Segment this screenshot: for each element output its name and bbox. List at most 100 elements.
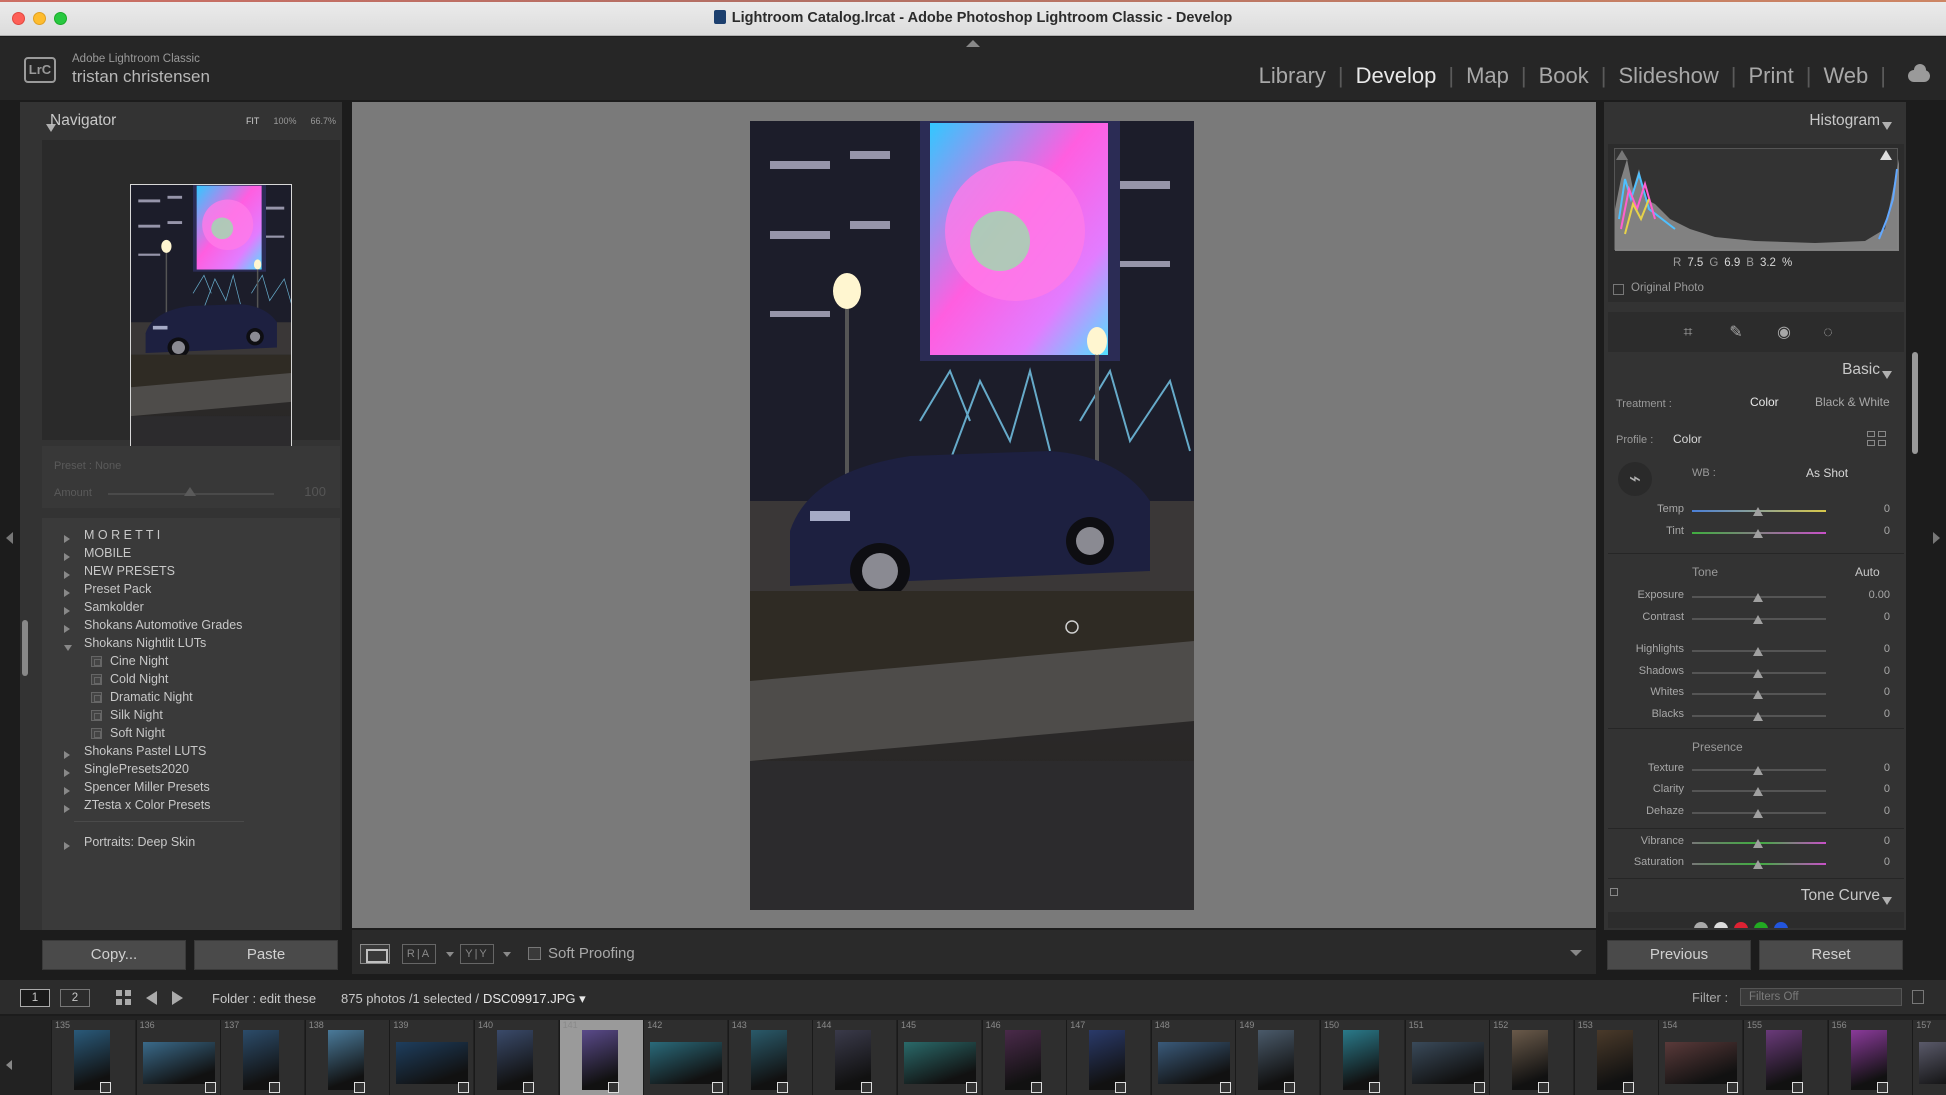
green-channel-icon[interactable]	[1754, 922, 1768, 928]
filmstrip-thumbnail[interactable]: 141	[558, 1020, 643, 1095]
expand-right-icon[interactable]	[64, 802, 70, 816]
reset-button[interactable]: Reset	[1759, 940, 1903, 970]
basic-title[interactable]: Basic	[1842, 361, 1880, 379]
saturation-value[interactable]: 0	[1850, 856, 1890, 868]
module-slideshow[interactable]: Slideshow	[1606, 63, 1730, 89]
wb-select[interactable]: As Shot	[1806, 466, 1848, 480]
before-after-tb-button[interactable]: Y|Y	[460, 944, 494, 964]
module-print[interactable]: Print	[1736, 63, 1805, 89]
vibrance-value[interactable]: 0	[1850, 835, 1890, 847]
preset-group[interactable]: MOBILE	[42, 544, 332, 564]
preset-group[interactable]: Preset Pack	[42, 580, 332, 600]
whites-value[interactable]: 0	[1850, 686, 1890, 698]
crop-icon[interactable]: ⌗	[1679, 324, 1697, 342]
folder-source-label[interactable]: Folder : edit these	[212, 991, 316, 1006]
filmstrip-thumbnail[interactable]: 142	[643, 1020, 728, 1095]
filmstrip-thumbnail[interactable]: 140	[474, 1020, 558, 1095]
profile-select[interactable]: Color	[1673, 432, 1702, 446]
tint-value[interactable]: 0	[1850, 525, 1890, 537]
filmstrip-thumbnail[interactable]: 136	[135, 1020, 220, 1095]
amount-slider-thumb[interactable]	[184, 487, 196, 496]
module-develop[interactable]: Develop	[1344, 63, 1449, 89]
preset-group[interactable]: Samkolder	[42, 598, 332, 618]
auto-tone-button[interactable]: Auto	[1855, 565, 1880, 579]
histogram-collapse-icon[interactable]	[1882, 117, 1892, 135]
tint-slider-thumb[interactable]	[1753, 529, 1763, 538]
collapse-left-panel-icon[interactable]	[6, 532, 13, 544]
left-panel-scrollbar[interactable]	[22, 620, 28, 676]
window-2-button[interactable]: 2	[60, 989, 90, 1007]
preset-item[interactable]: Silk Night	[42, 706, 332, 726]
before-after-lr-button[interactable]: R|A	[402, 944, 436, 964]
contrast-value[interactable]: 0	[1850, 611, 1890, 623]
filmstrip-thumbnail[interactable]: 156	[1827, 1020, 1912, 1095]
previous-button[interactable]: Previous	[1607, 940, 1751, 970]
navigator-title[interactable]: Navigator	[50, 112, 116, 130]
cloud-sync-icon[interactable]	[1908, 64, 1930, 82]
module-web[interactable]: Web	[1811, 63, 1880, 89]
copy-button[interactable]: Copy...	[42, 940, 186, 970]
filmstrip-thumbnail[interactable]: 155	[1743, 1020, 1827, 1095]
shadow-clipping-icon[interactable]	[1616, 150, 1628, 160]
filmstrip-scroll-left-icon[interactable]	[6, 1060, 12, 1070]
point-curve-icon[interactable]	[1714, 922, 1728, 928]
preset-item[interactable]: Dramatic Night	[42, 688, 332, 708]
filmstrip-thumbnail[interactable]: 138	[304, 1020, 389, 1095]
filter-select[interactable]: Filters Off	[1740, 988, 1902, 1006]
treatment-bw-option[interactable]: Black & White	[1815, 395, 1890, 409]
preset-group[interactable]: ZTesta x Color Presets	[42, 796, 332, 816]
filmstrip-thumbnail[interactable]: 157	[1912, 1020, 1946, 1095]
loupe-view-button[interactable]	[360, 944, 390, 964]
filmstrip-thumbnail[interactable]: 154	[1658, 1020, 1743, 1095]
preset-item[interactable]: Cold Night	[42, 670, 332, 690]
original-photo-checkbox[interactable]	[1613, 284, 1624, 295]
zoom-100[interactable]: 100%	[273, 116, 296, 126]
filter-lock-icon[interactable]	[1912, 990, 1924, 1004]
saturation-slider-thumb[interactable]	[1753, 860, 1763, 869]
preset-group[interactable]: Shokans Pastel LUTS	[42, 742, 332, 762]
texture-value[interactable]: 0	[1850, 762, 1890, 774]
blacks-value[interactable]: 0	[1850, 708, 1890, 720]
highlights-slider-thumb[interactable]	[1753, 647, 1763, 656]
tone-curve-collapse-icon[interactable]	[1882, 892, 1892, 910]
preset-group[interactable]: Shokans Nightlit LUTs	[42, 634, 332, 654]
exposure-slider-thumb[interactable]	[1753, 593, 1763, 602]
masking-icon[interactable]: ◌	[1819, 324, 1837, 342]
profile-browser-icon[interactable]	[1867, 431, 1887, 447]
red-channel-icon[interactable]	[1734, 922, 1748, 928]
module-book[interactable]: Book	[1527, 63, 1601, 89]
blacks-slider-thumb[interactable]	[1753, 712, 1763, 721]
filmstrip-thumbnail[interactable]: 152	[1489, 1020, 1574, 1095]
dehaze-value[interactable]: 0	[1850, 805, 1890, 817]
preset-group[interactable]: Spencer Miller Presets	[42, 778, 332, 798]
module-library[interactable]: Library	[1247, 63, 1338, 89]
filmstrip-thumbnail[interactable]: 151	[1404, 1020, 1489, 1095]
preset-group[interactable]: Portraits: Deep Skin	[42, 833, 332, 853]
expand-right-icon[interactable]	[64, 839, 70, 853]
dehaze-slider-thumb[interactable]	[1753, 809, 1763, 818]
temp-value[interactable]: 0	[1850, 503, 1890, 515]
tone-curve-header[interactable]: Tone Curve	[1604, 887, 1906, 909]
healing-icon[interactable]: ✎	[1727, 324, 1745, 342]
toolbar-options-chevron-icon[interactable]	[1570, 950, 1582, 956]
module-map[interactable]: Map	[1454, 63, 1521, 89]
grid-view-icon[interactable]	[116, 990, 132, 1006]
filmstrip-thumbnail[interactable]: 144	[812, 1020, 897, 1095]
basic-panel-header[interactable]: Basic	[1604, 360, 1906, 382]
original-photo-label[interactable]: Original Photo	[1631, 282, 1704, 294]
preset-group[interactable]: Shokans Automotive Grades	[42, 616, 332, 636]
before-after-tb-dropdown-icon[interactable]	[503, 952, 511, 957]
histogram-graph[interactable]	[1614, 148, 1899, 251]
clarity-slider-thumb[interactable]	[1753, 787, 1763, 796]
basic-collapse-icon[interactable]	[1882, 366, 1892, 384]
filmstrip-thumbnail[interactable]: 150	[1320, 1020, 1404, 1095]
user-name[interactable]: tristan christensen	[72, 67, 210, 87]
filmstrip-thumbnail[interactable]: 153	[1573, 1020, 1658, 1095]
wb-eyedropper-icon[interactable]: ⌁	[1618, 462, 1652, 496]
clarity-value[interactable]: 0	[1850, 783, 1890, 795]
whites-slider-thumb[interactable]	[1753, 690, 1763, 699]
filmstrip-thumbnail[interactable]: 137	[220, 1020, 305, 1095]
collapse-right-panel-icon[interactable]	[1933, 532, 1940, 544]
vibrance-slider-thumb[interactable]	[1753, 839, 1763, 848]
filmstrip-thumbnail[interactable]: 149	[1235, 1020, 1320, 1095]
